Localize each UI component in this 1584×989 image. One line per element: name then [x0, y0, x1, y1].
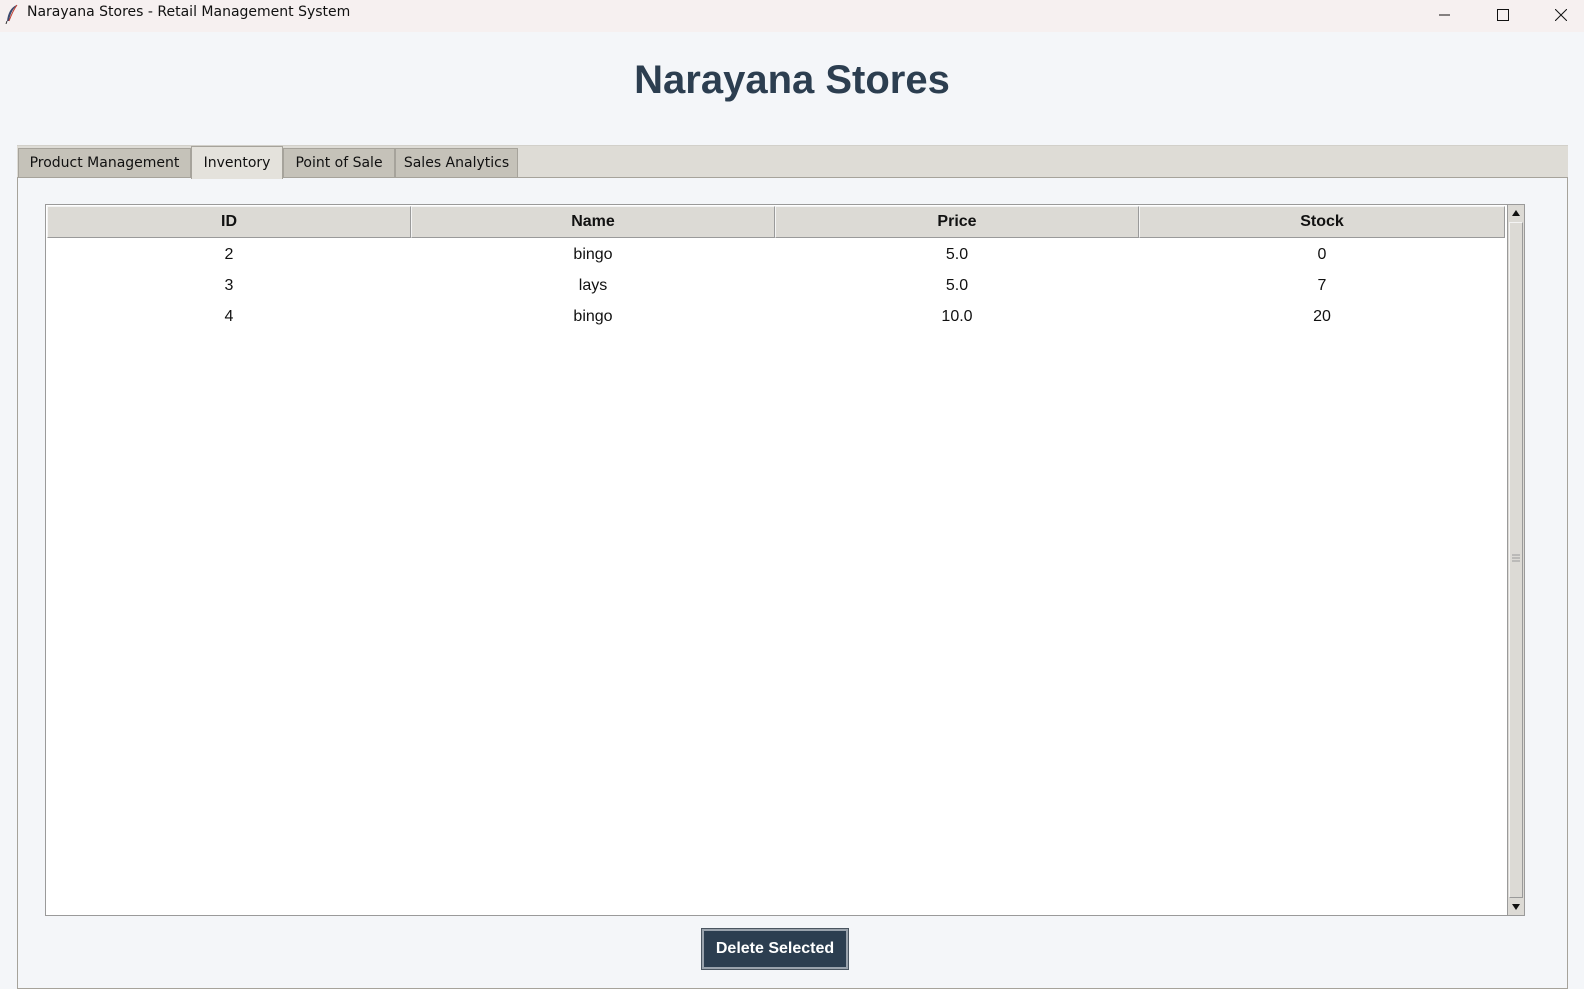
cell-name: bingo: [573, 246, 613, 263]
close-button[interactable]: [1532, 0, 1584, 30]
cell-stock: 0: [1317, 246, 1327, 263]
table-row[interactable]: 3 lays 5.0 7: [47, 270, 1507, 301]
tab-sales-analytics[interactable]: Sales Analytics: [395, 148, 518, 177]
inventory-panel: ID Name Price Stock 2 bingo 5.0 0 3 lays…: [17, 177, 1568, 989]
tab-product-management[interactable]: Product Management: [18, 148, 191, 177]
cell-name: bingo: [573, 308, 613, 325]
tab-strip: Product Management Inventory Point of Sa…: [17, 145, 1568, 179]
scroll-thumb[interactable]: [1509, 222, 1523, 898]
column-header-name[interactable]: Name: [411, 206, 775, 238]
triangle-up-icon: [1512, 210, 1520, 216]
table-row[interactable]: 4 bingo 10.0 20: [47, 301, 1507, 332]
minimize-button[interactable]: [1416, 0, 1474, 30]
main-notebook: Product Management Inventory Point of Sa…: [17, 145, 1568, 989]
maximize-icon: [1497, 9, 1509, 21]
delete-selected-button[interactable]: Delete Selected: [701, 928, 849, 970]
column-header-price[interactable]: Price: [775, 206, 1139, 238]
table-header: ID Name Price Stock: [47, 206, 1505, 238]
cell-id: 4: [224, 308, 234, 325]
column-header-stock[interactable]: Stock: [1139, 206, 1505, 238]
feather-icon: [5, 4, 18, 24]
title-bar: Narayana Stores - Retail Management Syst…: [0, 0, 1584, 32]
grip-icon: [1512, 554, 1520, 562]
cell-price: 5.0: [945, 246, 969, 263]
cell-stock: 7: [1317, 277, 1327, 294]
vertical-scrollbar[interactable]: [1507, 204, 1525, 916]
cell-id: 3: [224, 277, 234, 294]
cell-price: 5.0: [945, 277, 969, 294]
cell-stock: 20: [1313, 308, 1331, 325]
minimize-icon: [1439, 14, 1450, 16]
cell-price: 10.0: [941, 308, 973, 325]
table-row[interactable]: 2 bingo 5.0 0: [47, 239, 1507, 270]
close-icon: [1555, 9, 1567, 21]
column-header-id[interactable]: ID: [47, 206, 411, 238]
page-title: Narayana Stores: [634, 58, 950, 102]
maximize-button[interactable]: [1474, 0, 1532, 30]
window-title: Narayana Stores - Retail Management Syst…: [27, 4, 351, 20]
table-body: 2 bingo 5.0 0 3 lays 5.0 7 4 bingo 10.0 …: [47, 239, 1507, 332]
tab-point-of-sale[interactable]: Point of Sale: [283, 148, 395, 177]
triangle-down-icon: [1512, 904, 1520, 910]
cell-name: lays: [578, 277, 608, 294]
inventory-table[interactable]: ID Name Price Stock 2 bingo 5.0 0 3 lays…: [45, 204, 1508, 916]
tab-inventory[interactable]: Inventory: [191, 146, 283, 179]
scroll-down-button[interactable]: [1508, 899, 1524, 915]
cell-id: 2: [224, 246, 234, 263]
scroll-up-button[interactable]: [1508, 205, 1524, 221]
